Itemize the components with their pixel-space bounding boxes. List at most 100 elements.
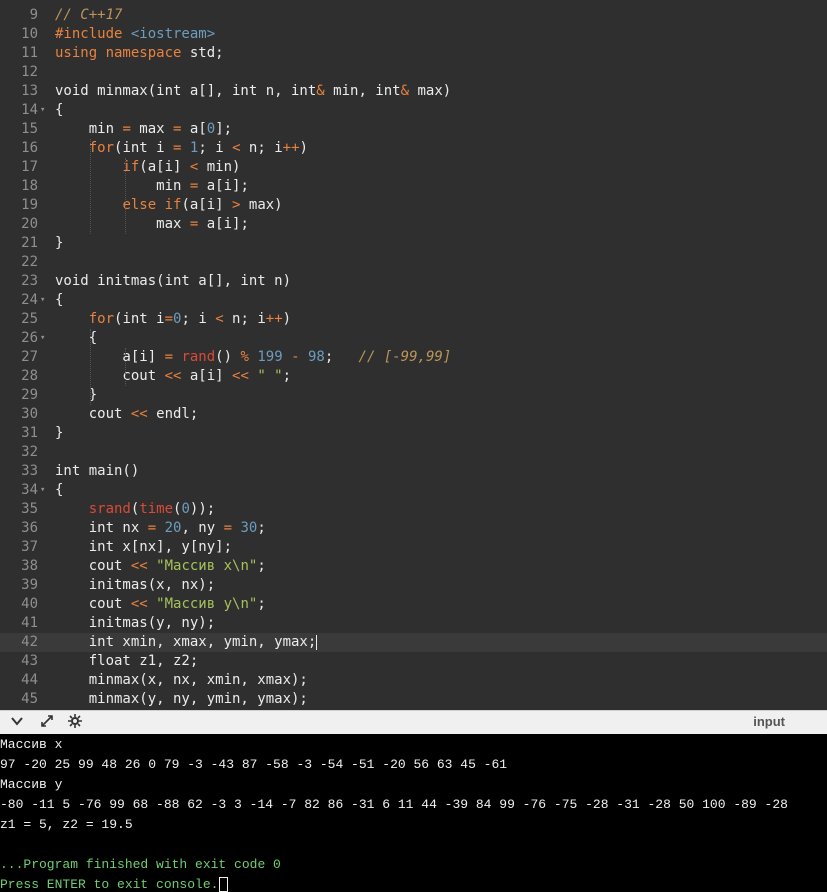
code-line[interactable]: 41 initmas(y, ny); xyxy=(0,614,827,633)
code-line[interactable]: 38 cout << "Массив x\n"; xyxy=(0,557,827,576)
code-token: { xyxy=(55,292,64,308)
code-line[interactable]: 24 ▾ { xyxy=(0,291,827,310)
code-line[interactable]: 9 // C++17 xyxy=(0,6,827,25)
code-line[interactable]: 21} xyxy=(0,234,827,253)
line-number: 31 xyxy=(21,425,38,441)
code-line[interactable]: 40 cout << "Массив y\n"; xyxy=(0,595,827,614)
code-line[interactable]: 12 xyxy=(0,63,827,82)
indent-guide xyxy=(125,158,126,234)
console-line: 97 -20 25 99 48 26 0 79 -3 -43 87 -58 -3… xyxy=(0,757,507,773)
console-text: z1 = 5, z2 = 19.5 xyxy=(0,817,133,832)
code-text: max = a[i]; xyxy=(55,215,249,234)
code-token: () xyxy=(215,349,241,365)
code-token: n; i xyxy=(223,311,266,327)
code-token: { xyxy=(55,482,64,498)
code-token: a[i] xyxy=(181,368,233,384)
code-line[interactable]: 39 initmas(x, nx); xyxy=(0,576,827,595)
line-number: 10 xyxy=(21,26,38,42)
code-line[interactable]: 25 for(int i=0; i < n; i++) xyxy=(0,310,827,329)
code-token: srand xyxy=(88,501,131,517)
code-token: % xyxy=(240,349,249,365)
code-token: ; i xyxy=(181,311,216,327)
code-text: // C++17 xyxy=(55,6,122,25)
line-number: 14 xyxy=(21,102,38,118)
code-token: 30 xyxy=(240,520,258,536)
code-text: int main() xyxy=(55,462,139,481)
code-text: { xyxy=(55,481,63,500)
console-toolbar: input xyxy=(0,710,827,735)
line-number: 12 xyxy=(21,64,38,80)
expand-icon[interactable] xyxy=(38,714,56,732)
code-line[interactable]: 15 min = max = a[0]; xyxy=(0,120,827,139)
code-editor[interactable]: 9 // C++17 10 #include <iostream> 11 using na… xyxy=(0,0,827,710)
line-number: 28 xyxy=(21,368,38,384)
code-line[interactable]: 10 #include <iostream> xyxy=(0,25,827,44)
code-token: } xyxy=(55,425,64,441)
code-token: ; xyxy=(257,520,266,536)
code-line[interactable]: 22 xyxy=(0,253,827,272)
line-number: 38 xyxy=(21,558,38,574)
code-token: int nx xyxy=(55,520,148,536)
code-line[interactable]: 26 ▾ { xyxy=(0,329,827,348)
code-line[interactable]: 23 void initmas(int a[], int n) xyxy=(0,272,827,291)
code-text: a[i] = rand() % 199 - 98; // [-99,99] xyxy=(55,348,451,367)
code-line[interactable]: 35 srand(time(0)); xyxy=(0,500,827,519)
chevron-down-icon[interactable] xyxy=(8,714,26,732)
code-token: ) xyxy=(299,140,308,156)
code-line[interactable]: 34 ▾ { xyxy=(0,481,827,500)
code-line[interactable]: 11 using namespace std; xyxy=(0,44,827,63)
console-output[interactable]: Массив x 97 -20 25 99 48 26 0 79 -3 -43 8… xyxy=(0,734,827,892)
console-line: -80 -11 5 -76 99 68 -88 62 -3 3 -14 -7 8… xyxy=(0,797,788,813)
line-number: 34 xyxy=(21,482,38,498)
fold-arrow-icon[interactable]: ▾ xyxy=(40,329,50,348)
code-token: (int i xyxy=(114,140,174,156)
code-line[interactable]: 14 ▾ { xyxy=(0,101,827,120)
code-token: time xyxy=(139,501,174,517)
code-token: 199 xyxy=(257,349,283,365)
console-line: Массив x xyxy=(0,737,62,753)
fold-arrow-icon[interactable]: ▾ xyxy=(40,481,50,500)
code-line[interactable]: 33 int main() xyxy=(0,462,827,481)
code-text: for(int i = 1; i < n; i++) xyxy=(55,139,308,158)
code-line[interactable]: 32 xyxy=(0,443,827,462)
settings-icon[interactable] xyxy=(66,714,84,732)
code-text: int nx = 20, ny = 30; xyxy=(55,519,266,538)
code-line[interactable]: 16 for(int i = 1; i < n; i++) xyxy=(0,139,827,158)
code-token: endl; xyxy=(147,406,199,422)
code-token: initmas(x, nx); xyxy=(55,577,216,593)
code-text: } xyxy=(55,424,63,443)
code-line[interactable]: 31} xyxy=(0,424,827,443)
code-line[interactable]: 13 void minmax(int a[], int n, int& min, … xyxy=(0,82,827,101)
fold-arrow-icon[interactable]: ▾ xyxy=(40,291,50,310)
line-number: 20 xyxy=(21,216,38,232)
console-text: Press ENTER to exit console. xyxy=(0,877,219,892)
code-token: << xyxy=(130,406,148,422)
code-token: = xyxy=(164,349,174,365)
code-token: 0 xyxy=(206,121,216,137)
code-token: " " xyxy=(257,368,283,384)
code-text: minmax(x, nx, xmin, xmax); xyxy=(55,671,308,690)
code-text: int x[nx], y[ny]; xyxy=(55,538,232,557)
code-token: a[i]; xyxy=(198,216,249,232)
code-line[interactable]: 42 int xmin, xmax, ymin, ymax; xyxy=(0,633,827,652)
code-line[interactable]: 43 float z1, z2; xyxy=(0,652,827,671)
code-line[interactable]: 29 } xyxy=(0,386,827,405)
code-token: a[i] xyxy=(55,349,165,365)
code-line[interactable]: 45 minmax(y, ny, ymin, ymax); xyxy=(0,690,827,709)
code-token: "Массив x\n" xyxy=(156,558,258,574)
code-line[interactable]: 37 int x[nx], y[ny]; xyxy=(0,538,827,557)
code-line[interactable]: 30 cout << endl; xyxy=(0,405,827,424)
code-token: << xyxy=(130,558,148,574)
console-text: Массив y xyxy=(0,777,63,792)
code-token: // C++17 xyxy=(55,7,123,23)
code-line[interactable]: 44 minmax(x, nx, xmin, xmax); xyxy=(0,671,827,690)
fold-arrow-icon[interactable]: ▾ xyxy=(40,101,50,120)
input-tab[interactable]: input xyxy=(753,714,785,729)
code-line[interactable]: 36 int nx = 20, ny = 30; xyxy=(0,519,827,538)
console-line: z1 = 5, z2 = 19.5 xyxy=(0,817,133,833)
